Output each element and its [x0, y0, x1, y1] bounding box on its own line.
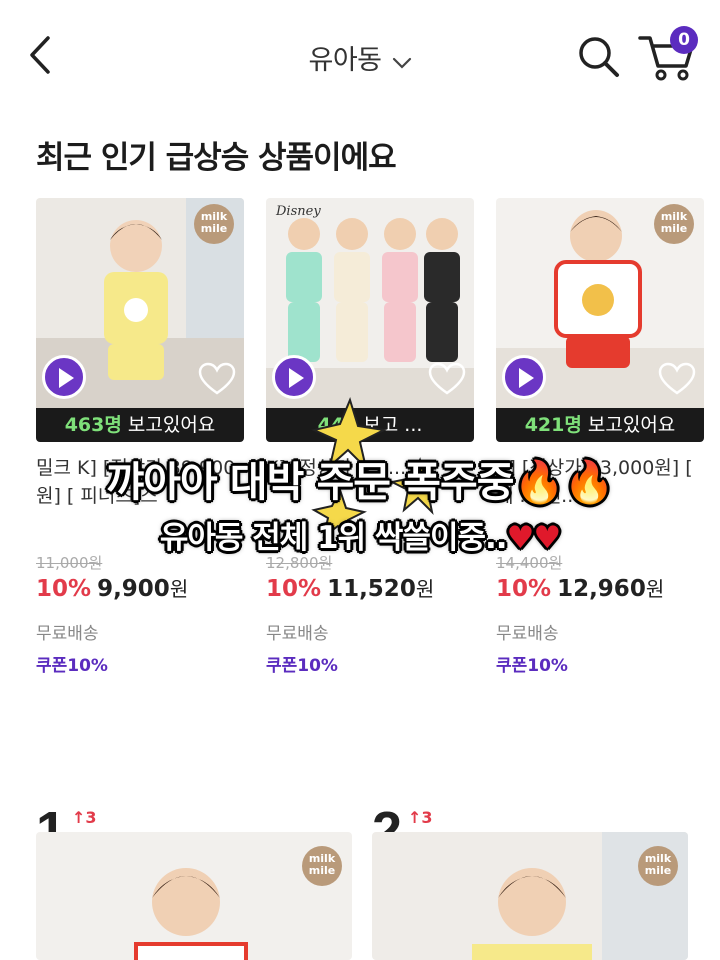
fire-emoji: 🔥🔥	[513, 458, 614, 506]
viewer-count-bar: 421명 보고있어요	[496, 408, 704, 442]
brand-logo: milk mile	[194, 204, 234, 244]
rank-change: ↑3	[72, 808, 97, 827]
caption-text: 꺄아아 대박 주문 폭주중	[106, 458, 514, 506]
chevron-down-icon	[392, 46, 412, 77]
cart-count-badge: 0	[670, 26, 698, 54]
product-photo	[372, 832, 688, 960]
viewer-count: 421명	[524, 414, 582, 436]
sale-price: 10% 11,520원	[266, 573, 434, 602]
brand-logo: milk mile	[638, 846, 678, 886]
promo-caption-line1: 꺄아아 대박 주문 폭주중🔥🔥	[0, 448, 720, 508]
viewer-count: 463명	[64, 414, 122, 436]
heart-icon[interactable]	[198, 362, 236, 396]
product-photo	[36, 832, 352, 960]
currency: 원	[415, 577, 435, 601]
price-value: 11,520	[327, 576, 416, 602]
search-icon	[579, 37, 619, 77]
product-image[interactable]: milk mile	[36, 832, 352, 960]
discount-rate: 10%	[266, 576, 322, 602]
caption-text: 유아동 전체 1위 싹쓸이중..	[159, 520, 508, 556]
brand-logo: milk mile	[654, 204, 694, 244]
product-card[interactable]: milk mile 421명 보고있어요 K] [정상가 53,000원] [ …	[496, 198, 704, 507]
viewer-suffix: 보고있어요	[121, 414, 216, 436]
shipping-label: 무료배송	[36, 624, 99, 644]
product-card[interactable]: milk mile 463명 보고있어요 밀크 K] [정상가 39,900원]…	[36, 198, 244, 507]
shipping-label: 무료배송	[266, 624, 329, 644]
price-value: 12,960	[557, 576, 646, 602]
coupon-label: 쿠폰10%	[496, 656, 568, 676]
currency: 원	[645, 577, 665, 601]
viewer-suffix: 보고있어요	[581, 414, 676, 436]
brand-logo: milk mile	[302, 846, 342, 886]
discount-rate: 10%	[496, 576, 552, 602]
brand-logo: Disney	[276, 204, 321, 219]
currency: 원	[169, 577, 189, 601]
promo-caption-line2: 유아동 전체 1위 싹쓸이중..♥♥	[0, 512, 720, 557]
price-value: 9,900	[97, 576, 170, 602]
search-button[interactable]	[574, 32, 622, 80]
rank-change: ↑3	[408, 808, 433, 827]
play-video-icon[interactable]	[42, 355, 86, 399]
coupon-label: 쿠폰10%	[266, 656, 338, 676]
section-title: 최근 인기 급상승 상품이에요	[36, 140, 397, 176]
viewer-count-bar: 463명 보고있어요	[36, 408, 244, 442]
product-image[interactable]: milk mile	[372, 832, 688, 960]
product-image[interactable]: milk mile 463명 보고있어요	[36, 198, 244, 442]
product-image[interactable]: milk mile 421명 보고있어요	[496, 198, 704, 442]
play-video-icon[interactable]	[502, 355, 546, 399]
shipping-label: 무료배송	[496, 624, 559, 644]
sale-price: 10% 12,960원	[496, 573, 664, 602]
heart-icon[interactable]	[658, 362, 696, 396]
sale-price: 10% 9,900원	[36, 573, 188, 602]
heart-emoji: ♥♥	[506, 520, 562, 556]
top-header: 유아동 0	[0, 0, 720, 110]
category-title: 유아동	[308, 45, 382, 76]
discount-rate: 10%	[36, 576, 92, 602]
coupon-label: 쿠폰10%	[36, 656, 108, 676]
